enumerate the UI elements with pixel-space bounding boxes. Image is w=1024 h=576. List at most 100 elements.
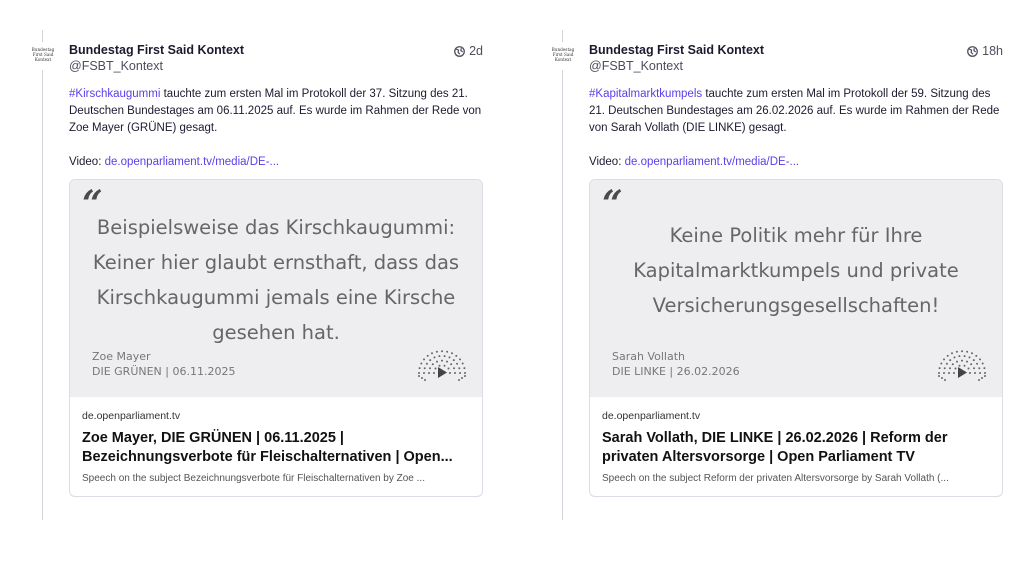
seat-dot <box>941 377 943 379</box>
seat-dot <box>418 375 420 377</box>
seat-dot <box>974 372 976 374</box>
seat-dot <box>453 367 455 370</box>
seat-dot <box>459 372 461 374</box>
avatar[interactable]: Bundestag First Said Kontext <box>548 47 578 69</box>
seat-dot <box>951 363 954 366</box>
post-header: Bundestag First Said Kontext @FSBT_Konte… <box>589 42 1003 76</box>
seat-dot <box>967 367 970 370</box>
seat-dot <box>456 362 459 365</box>
seat-dot <box>452 359 455 362</box>
seat-dot <box>450 363 453 366</box>
card-domain: de.openparliament.tv <box>82 410 181 422</box>
seat-dot <box>978 367 981 370</box>
seat-dot <box>954 367 957 370</box>
card-title[interactable]: Sarah Vollath, DIE LINKE | 26.02.2026 | … <box>602 429 990 467</box>
seat-dot <box>971 352 973 355</box>
seat-dot <box>963 355 966 358</box>
seat-dot <box>451 352 453 355</box>
seat-dot <box>423 372 425 374</box>
parliament-play-icon <box>418 350 466 381</box>
thread-line <box>562 70 563 520</box>
seat-dot <box>972 359 975 362</box>
seat-dot <box>458 379 460 381</box>
seat-dot <box>446 360 448 363</box>
handle[interactable]: @FSBT_Kontext <box>69 58 483 74</box>
card-title[interactable]: Zoe Mayer, DIE GRÜNEN | 06.11.2025 | Bez… <box>82 429 470 467</box>
video-link[interactable]: de.openparliament.tv/media/DE-... <box>105 156 280 168</box>
seat-dot <box>953 372 955 374</box>
seat-dot <box>431 352 433 355</box>
seat-dot <box>428 372 430 374</box>
link-preview-card[interactable]: “ Beispielsweise das Kirschkaugummi: Kei… <box>69 179 483 497</box>
seat-dot <box>449 372 451 374</box>
seat-dot <box>443 355 446 358</box>
seat-dot <box>461 362 464 365</box>
seat-dot <box>434 367 437 370</box>
quote-image: “ Keine Politik mehr für Ihre Kapitalmar… <box>590 180 1002 397</box>
seat-dot <box>953 356 956 359</box>
seat-dot <box>979 372 981 374</box>
hashtag-link[interactable]: #Kapitalmarktkumpels <box>589 88 702 100</box>
seat-dot <box>979 358 981 361</box>
seat-dot <box>448 356 451 359</box>
video-link[interactable]: de.openparliament.tv/media/DE-... <box>625 156 800 168</box>
post-header: Bundestag First Said Kontext @FSBT_Konte… <box>69 42 483 76</box>
seat-dot <box>938 367 941 370</box>
seat-dot <box>958 355 961 358</box>
seat-dot <box>418 372 420 374</box>
video-line: Video: de.openparliament.tv/media/DE-... <box>69 154 483 171</box>
seat-dot <box>429 367 431 370</box>
seat-dot <box>431 363 434 366</box>
seat-dot <box>438 355 441 358</box>
seat-dot <box>955 350 958 353</box>
seat-dot <box>966 350 969 353</box>
seat-dot <box>438 364 441 367</box>
seat-dot <box>983 367 986 370</box>
quote-text: Keine Politik mehr für Ihre Kapitalmarkt… <box>633 224 959 317</box>
seat-dot <box>938 372 940 374</box>
seat-dot <box>423 367 426 370</box>
seat-dot <box>961 359 963 362</box>
link-preview-card[interactable]: “ Keine Politik mehr für Ihre Kapitalmar… <box>589 179 1003 497</box>
seat-dot <box>940 362 943 365</box>
seat-dot <box>956 360 958 363</box>
speaker-block: Sarah Vollath DIE LINKE | 26.02.2026 <box>612 349 740 379</box>
seat-dot <box>949 367 951 370</box>
seat-dot <box>447 367 450 370</box>
speaker-info: DIE GRÜNEN | 06.11.2025 <box>92 365 236 378</box>
post-text: #Kapitalmarktkumpels tauchte zum ersten … <box>589 86 1003 137</box>
seat-dot <box>425 362 428 365</box>
seat-dot <box>968 356 971 359</box>
play-icon <box>958 367 967 378</box>
seat-dot <box>945 362 948 365</box>
speaker-name: Zoe Mayer <box>92 350 151 363</box>
speaker-info: DIE LINKE | 26.02.2026 <box>612 365 740 378</box>
display-name[interactable]: Bundestag First Said Kontext <box>69 42 483 58</box>
seat-dot <box>984 372 986 374</box>
post-text: #Kirschkaugummi tauchte zum ersten Mal i… <box>69 86 483 137</box>
seat-dot <box>978 379 980 381</box>
handle[interactable]: @FSBT_Kontext <box>589 58 1003 74</box>
seat-dot <box>424 379 426 381</box>
time-label: 2d <box>469 44 483 58</box>
speaker-block: Zoe Mayer DIE GRÜNEN | 06.11.2025 <box>92 349 235 379</box>
parliament-play-icon <box>938 350 986 381</box>
seat-dot <box>943 367 946 370</box>
seat-dot <box>958 364 961 367</box>
seat-dot <box>461 377 463 379</box>
seat-dot <box>943 372 945 374</box>
seat-dot <box>981 377 983 379</box>
globe-icon <box>454 45 466 57</box>
card-description: Speech on the subject Reform der private… <box>602 473 949 484</box>
seat-dot <box>421 377 423 379</box>
video-label: Video: <box>589 156 625 168</box>
post-time[interactable]: 2d <box>454 44 483 58</box>
display-name[interactable]: Bundestag First Said Kontext <box>589 42 1003 58</box>
seat-dot <box>458 367 461 370</box>
quote-mark-icon: “ <box>602 183 623 225</box>
avatar[interactable]: Bundestag First Said Kontext <box>28 47 58 69</box>
hashtag-link[interactable]: #Kirschkaugummi <box>69 88 160 100</box>
seat-dot <box>446 350 449 353</box>
post-time[interactable]: 18h <box>967 44 1003 58</box>
seat-dot <box>423 358 425 361</box>
